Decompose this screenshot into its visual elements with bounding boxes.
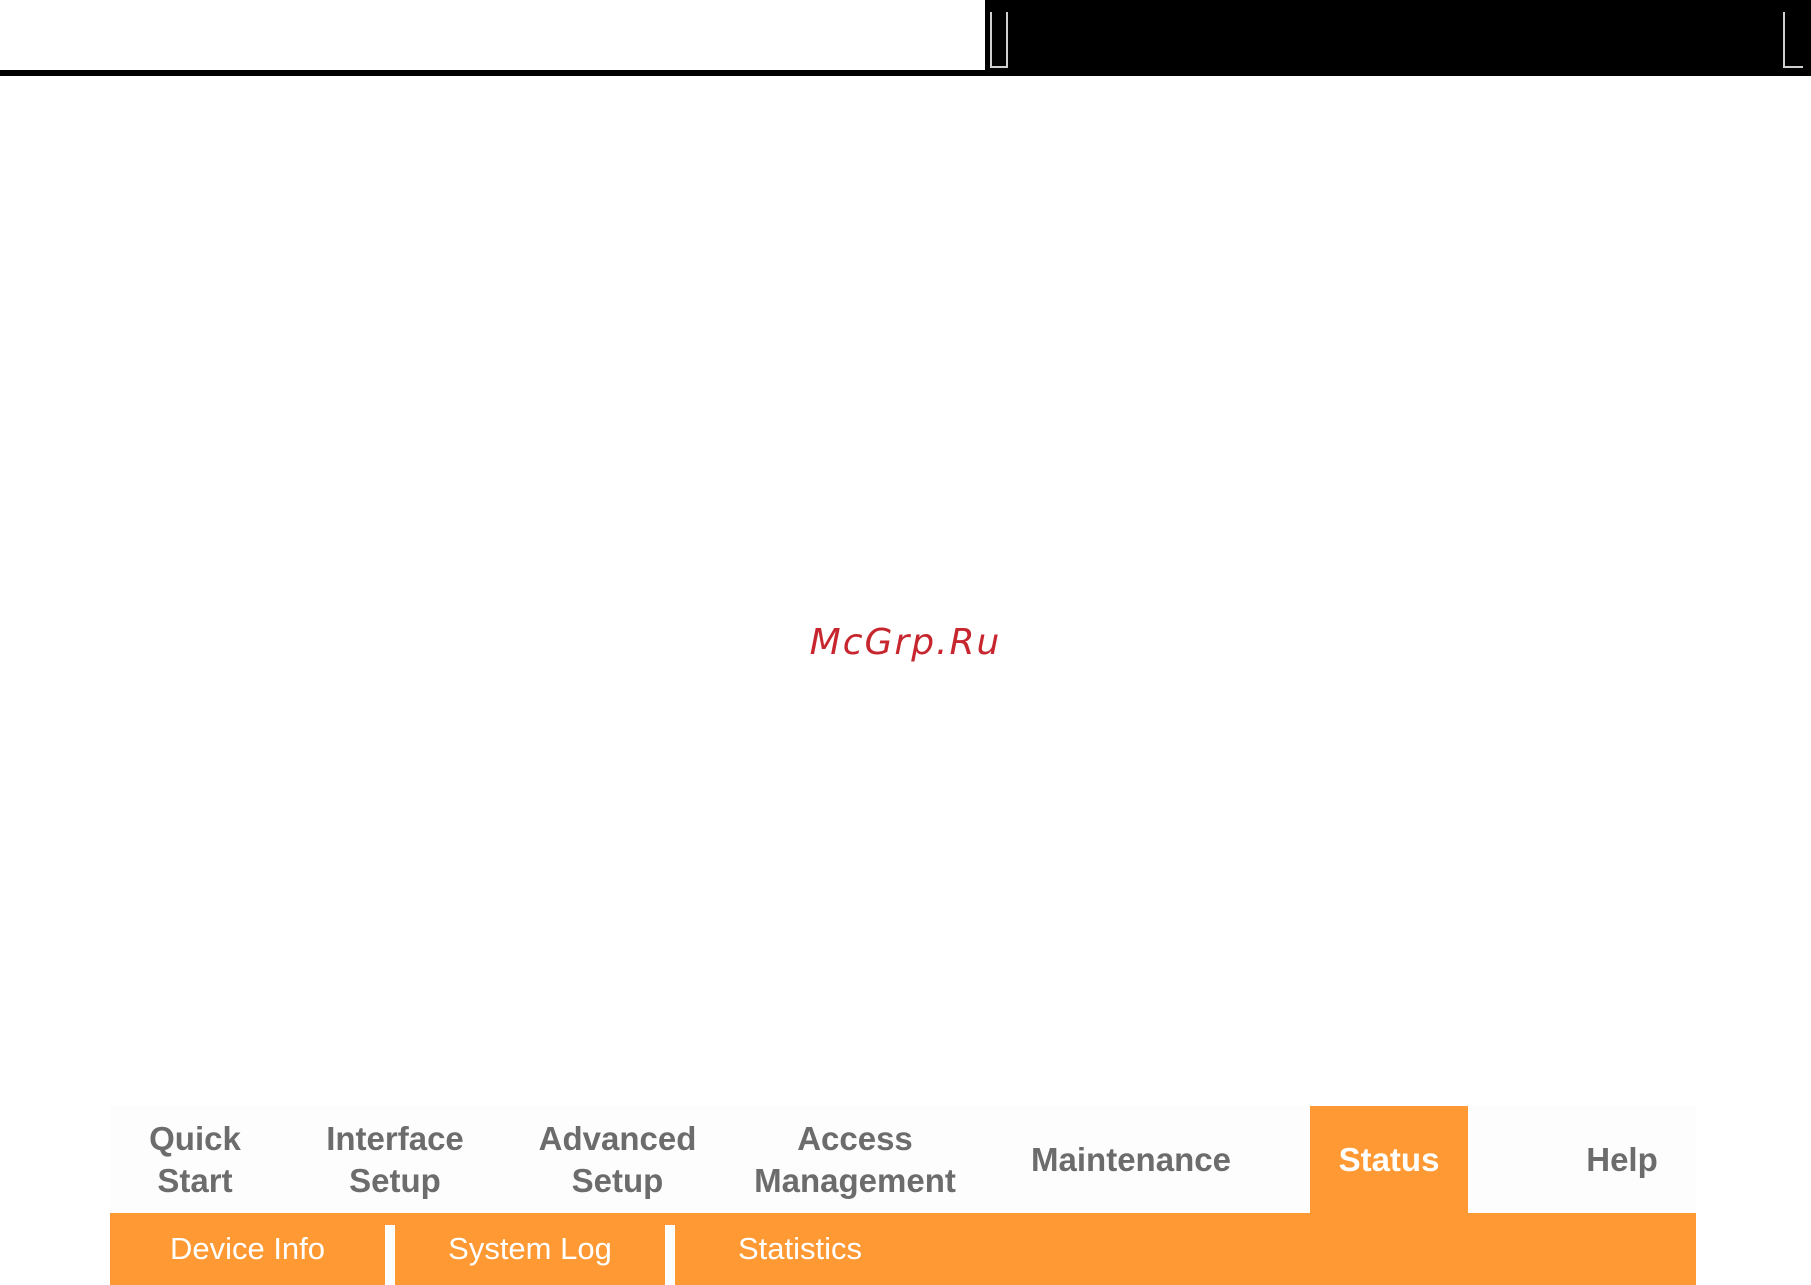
subtab-separator: [385, 1225, 395, 1285]
tab-access-management[interactable]: Access Management: [725, 1106, 985, 1213]
tab-status[interactable]: Status: [1310, 1106, 1468, 1213]
subtab-system-log[interactable]: System Log: [395, 1213, 665, 1285]
tab-quick-start[interactable]: Quick Start: [110, 1106, 280, 1213]
subtab-separator: [665, 1225, 675, 1285]
page: McGrp.Ru Quick Start Interface Setup Adv…: [0, 0, 1811, 1285]
header-bracket-left: [990, 12, 1008, 68]
subtab-device-info[interactable]: Device Info: [110, 1213, 385, 1285]
main-tab-bar: Quick Start Interface Setup Advanced Set…: [110, 1106, 1696, 1213]
header-bracket-right: [1783, 12, 1803, 68]
tab-maintenance[interactable]: Maintenance: [985, 1106, 1277, 1213]
tab-interface-setup[interactable]: Interface Setup: [280, 1106, 510, 1213]
tab-advanced-setup[interactable]: Advanced Setup: [510, 1106, 725, 1213]
header-black-bar: [985, 0, 1811, 76]
subtab-statistics[interactable]: Statistics: [675, 1213, 925, 1285]
watermark-text: McGrp.Ru: [809, 622, 1002, 663]
sub-tab-bar: Device Info System Log Statistics: [110, 1213, 1696, 1285]
tab-help[interactable]: Help: [1548, 1106, 1696, 1213]
router-nav-menu: Quick Start Interface Setup Advanced Set…: [110, 1106, 1696, 1285]
header-rule: [0, 70, 985, 76]
